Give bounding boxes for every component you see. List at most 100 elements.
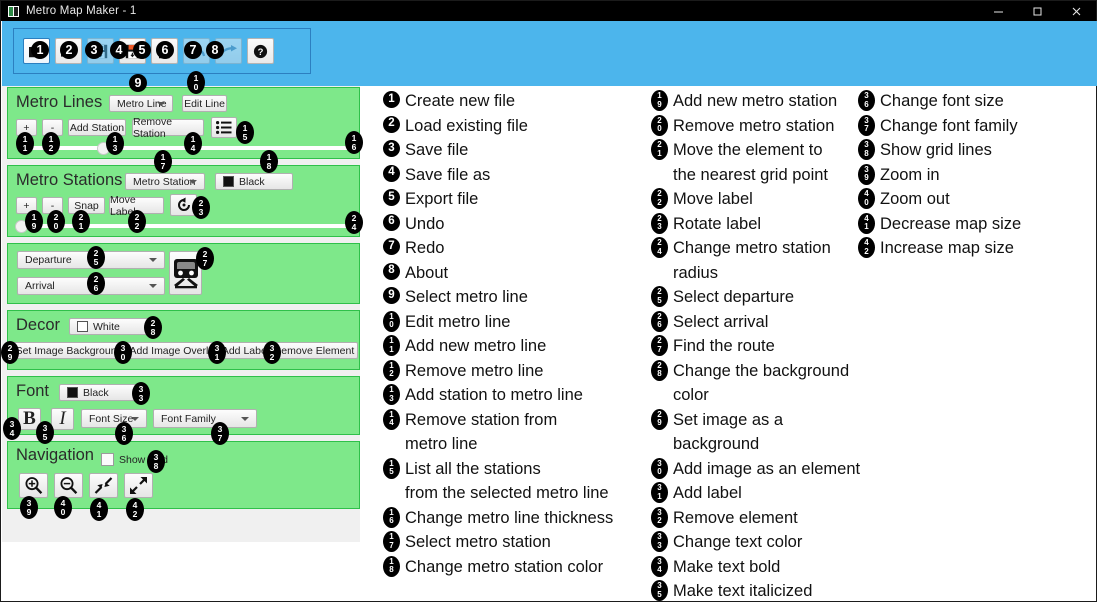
legend-item: 1 1 Add new metro line [383, 334, 661, 359]
callout-23: 23 [192, 196, 210, 219]
app-icon [8, 5, 19, 17]
legend-item: 3 7 Change font family [858, 114, 1088, 139]
decor-color-label: White [93, 320, 120, 333]
legend-text: Increase map size [880, 239, 1014, 257]
callout-15: 15 [236, 121, 254, 144]
legend-number: 28 [651, 359, 668, 381]
edit-line-button[interactable]: Edit Line [182, 95, 227, 112]
legend-text: Rotate label [673, 214, 762, 233]
metro-line-select[interactable]: Metro Line [109, 95, 173, 112]
left-panel-stack: Metro Lines Metro Line Edit Line + - Add… [1, 86, 363, 542]
legend-text: Change metro station radius [673, 239, 831, 282]
remove-element-button[interactable]: Remove Element [270, 342, 358, 359]
callout-33: 33 [132, 382, 150, 405]
color-swatch-black [67, 387, 78, 398]
station-color-label: Black [239, 175, 265, 188]
zoom-in-button[interactable] [19, 473, 48, 498]
legend-item: 2 1 Move the element to the nearest grid p… [651, 138, 871, 187]
legend-text: Create new file [405, 92, 516, 110]
callout-6: 6 [156, 41, 174, 59]
legend-item: 4 0 Zoom out [858, 187, 1088, 212]
legend-item: 2 3 Rotate label [651, 212, 871, 237]
legend-number: 6 [383, 213, 400, 231]
legend-text: Show grid lines [880, 141, 992, 159]
callout-26: 26 [87, 272, 105, 295]
legend-number: 3 [383, 140, 400, 157]
font-family-select[interactable]: Font Family [153, 409, 257, 428]
decrease-map-size-button[interactable] [89, 473, 118, 498]
about-button[interactable]: ? [247, 38, 274, 64]
legend-text: Set image as a background [673, 410, 784, 454]
font-size-select[interactable]: Font Size [81, 409, 147, 428]
legend-item: 8 About [383, 261, 661, 286]
list-lines-icon [216, 121, 232, 134]
maximize-button[interactable] [1018, 1, 1057, 21]
metro-station-select[interactable]: Metro Station [125, 173, 205, 190]
legend-text: Zoom out [880, 190, 950, 208]
list-stations-button[interactable] [211, 117, 237, 138]
legend-item: 2 5 Select departure [651, 285, 871, 310]
callout-16: 16 [345, 131, 363, 154]
legend-item: 1 4 Remove station from metro line [383, 408, 661, 457]
callout-8: 8 [206, 41, 224, 59]
callout-18: 18 [260, 150, 278, 173]
decrease-map-size-icon [94, 477, 113, 494]
set-image-background-button[interactable]: Set Image Background [7, 342, 131, 359]
legend-number: 41 [858, 212, 875, 234]
font-panel: Font Black B I Font Size Font Family [7, 376, 360, 435]
station-radius-slider[interactable] [15, 220, 355, 233]
callout-17: 17 [154, 150, 172, 173]
legend-text: Add image as an element [673, 459, 861, 478]
legend-text: Change metro station color [405, 557, 604, 576]
svg-text:?: ? [258, 47, 264, 58]
legend-item: 3 9 Zoom in [858, 163, 1088, 188]
legend-number: 23 [651, 212, 668, 234]
font-color-label: Black [83, 386, 109, 399]
legend-text: Remove metro line [405, 361, 544, 380]
legend-text: Undo [405, 214, 445, 233]
legend-item: 3 0 Add image as an element [651, 457, 871, 482]
close-button[interactable] [1057, 1, 1096, 21]
legend-text: Add station to metro line [405, 386, 583, 404]
callout-4: 4 [110, 41, 128, 59]
callout-11: 11 [16, 132, 34, 155]
legend-text: Save file [405, 141, 469, 159]
legend-item: 2 Load existing file [383, 114, 661, 139]
decor-color-button[interactable]: White [69, 318, 151, 335]
chevron-down-icon [189, 179, 197, 184]
legend-text: Select arrival [673, 312, 769, 331]
callout-25: 25 [87, 246, 105, 269]
arrival-select-value: Arrival [25, 280, 55, 292]
legend-item: 1 2 Remove metro line [383, 359, 661, 384]
window-controls [979, 1, 1096, 21]
legend-number: 29 [651, 408, 668, 430]
callout-12: 12 [42, 132, 60, 155]
legend-number: 22 [651, 188, 668, 209]
legend-text: Change font size [880, 92, 1004, 110]
station-color-button[interactable]: Black [215, 173, 293, 190]
legend-item: 5 Export file [383, 187, 661, 212]
callout-30: 30 [114, 341, 132, 364]
legend-number: 40 [858, 188, 875, 209]
legend-text: Change metro line thickness [405, 508, 614, 527]
font-color-button[interactable]: Black [59, 384, 139, 401]
legend-number: 20 [651, 114, 668, 136]
toolbar-strip: ? 1 2 3 4 5 6 7 8 9 10 [2, 21, 1097, 94]
increase-map-size-icon [130, 477, 147, 494]
chevron-down-icon [149, 258, 157, 262]
zoom-out-button[interactable] [54, 473, 83, 498]
increase-map-size-button[interactable] [124, 473, 153, 498]
legend-number: 18 [383, 555, 400, 577]
metro-stations-heading: Metro Stations [16, 171, 123, 189]
legend-number: 34 [651, 555, 668, 577]
minimize-button[interactable] [979, 1, 1018, 21]
departure-select-value: Departure [25, 254, 72, 266]
legend-number: 11 [383, 335, 400, 356]
chevron-down-icon [157, 101, 165, 106]
legend-text: Remove metro station [673, 116, 835, 135]
legend-number: 33 [651, 531, 668, 552]
italic-button[interactable]: I [51, 408, 74, 430]
legend-item: 1 8 Change metro station color [383, 555, 661, 580]
legend-text: Change font family [880, 116, 1018, 135]
callout-36: 36 [115, 422, 133, 445]
